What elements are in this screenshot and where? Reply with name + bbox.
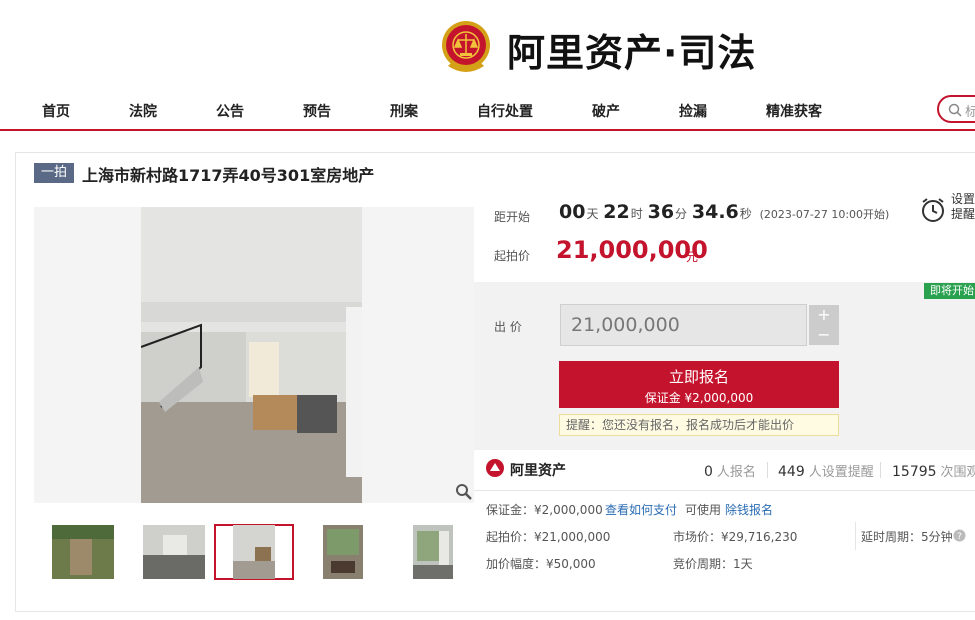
thumbnail-5[interactable] — [413, 525, 453, 579]
nav-preview[interactable]: 预告 — [303, 101, 331, 121]
view-count: 15795 — [892, 464, 937, 480]
start-time-note: (2023-07-27 10:00开始) — [759, 208, 890, 221]
register-label: 立即报名 — [668, 368, 729, 386]
reminder-stat-label: 人设置提醒 — [808, 465, 874, 480]
reminder-stat: 449 人设置提醒 — [778, 461, 874, 480]
set-reminder-button[interactable]: 设置 提醒 — [951, 192, 975, 222]
ali-assets-brand: 阿里资产 — [510, 463, 566, 479]
bid-label: 出 价 — [494, 320, 522, 334]
coming-soon-badge: 即将开始 — [924, 283, 975, 299]
nav-announcement[interactable]: 公告 — [216, 101, 244, 121]
start-price-info: 起拍价：¥21,000,000 — [486, 530, 611, 544]
nav-divider — [0, 129, 975, 131]
stat-divider — [767, 462, 768, 478]
registration-tip: 提醒：您还没有报名，报名成功后才能出价 — [559, 414, 839, 436]
reminder-count: 449 — [778, 464, 805, 480]
nav-court[interactable]: 法院 — [129, 101, 157, 121]
signup-stat-label: 人报名 — [716, 465, 756, 480]
signup-count: 0 — [704, 464, 713, 480]
site-logo-text: 阿里资产·司法 — [507, 31, 757, 75]
help-icon[interactable]: ? — [953, 529, 966, 542]
countdown-label: 距开始 — [494, 210, 531, 224]
reminder-line1: 设置 — [951, 192, 975, 206]
decrease-bid-button[interactable]: − — [809, 325, 839, 345]
nav-bankruptcy[interactable]: 破产 — [592, 101, 620, 121]
thumbnail-1[interactable] — [52, 525, 114, 579]
deposit-info: 保证金：¥2,000,000 — [486, 503, 603, 517]
countdown-hours: 22 — [603, 201, 630, 223]
increment-info: 加价幅度：¥50,000 — [486, 557, 596, 571]
days-unit: 天 — [586, 207, 599, 221]
how-to-pay-link[interactable]: 查看如何支付 — [605, 501, 677, 518]
minutes-unit: 分 — [675, 207, 688, 221]
reminder-line2: 提醒 — [951, 207, 975, 221]
nav-home[interactable]: 首页 — [42, 101, 70, 121]
court-emblem-logo — [442, 21, 490, 72]
thumbnail-2[interactable] — [143, 525, 205, 579]
delay-period-info: 延时周期：5分钟 — [861, 530, 953, 544]
signup-stat: 0 人报名 — [704, 461, 756, 480]
bid-amount-input[interactable]: 21,000,000 — [560, 304, 807, 346]
alarm-clock-icon[interactable] — [920, 197, 946, 223]
stat-divider — [880, 462, 881, 478]
svg-text:?: ? — [957, 532, 962, 542]
nav-bargain[interactable]: 捡漏 — [679, 101, 707, 121]
register-now-button[interactable]: 立即报名 保证金 ¥2,000,000 — [559, 361, 839, 408]
nav-criminal[interactable]: 刑案 — [390, 101, 418, 121]
auction-round-tag: 一拍 — [34, 163, 74, 183]
main-property-photo[interactable] — [141, 207, 362, 503]
countdown-days: 00 — [559, 201, 586, 223]
view-stat-label: 次围观 — [940, 465, 975, 480]
nav-self-disposal[interactable]: 自行处置 — [477, 101, 533, 121]
thumbnail-4[interactable] — [323, 525, 363, 579]
item-title: 上海市新村路1717弄40号301室房地产 — [82, 166, 375, 185]
search-icon — [948, 103, 962, 117]
hours-unit: 时 — [630, 207, 643, 221]
countdown-timer: 00天 22时 36分 34.6秒 (2023-07-27 10:00开始) — [558, 201, 889, 223]
register-deposit: 保证金 ¥2,000,000 — [644, 391, 754, 405]
nav-precise-leads[interactable]: 精准获客 — [766, 101, 822, 121]
zoom-icon[interactable] — [455, 483, 473, 501]
usable-label: 可使用 — [685, 503, 722, 517]
countdown-minutes: 36 — [647, 201, 675, 223]
view-stat: 15795 次围观 — [892, 461, 975, 480]
countdown-seconds: 34.6 — [691, 201, 739, 223]
divider-line — [474, 490, 975, 491]
bid-period-info: 竞价周期：1天 — [673, 557, 753, 571]
thumbnail-3[interactable] — [233, 525, 275, 579]
market-price-info: 市场价：¥29,716,230 — [673, 530, 798, 544]
start-price-unit: 元 — [686, 250, 699, 264]
credit-signup-link[interactable]: 除钱报名 — [725, 501, 773, 518]
start-price-label: 起拍价 — [494, 249, 531, 263]
increase-bid-button[interactable]: + — [809, 305, 839, 325]
column-divider — [855, 522, 856, 550]
search-placeholder: 标 — [965, 105, 975, 120]
seconds-unit: 秒 — [739, 207, 752, 221]
ali-assets-logo-icon — [486, 459, 504, 477]
